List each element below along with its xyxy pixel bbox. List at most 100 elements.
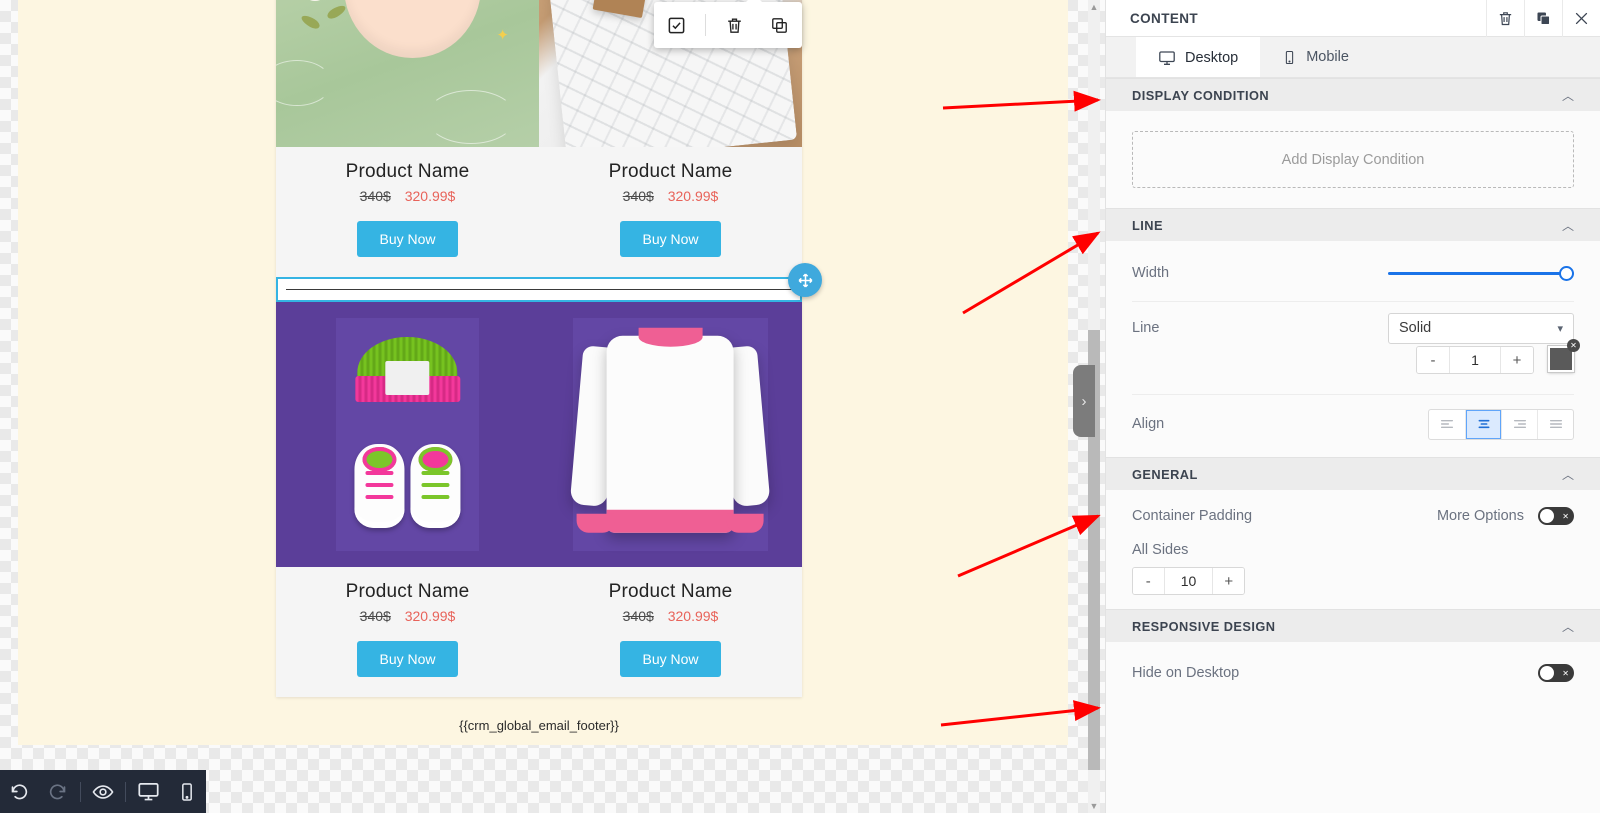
align-right-button[interactable] — [1501, 410, 1537, 439]
slider-knob[interactable] — [1559, 266, 1574, 281]
line-width-label: Width — [1132, 265, 1342, 281]
toggle-knob — [1540, 509, 1554, 523]
line-align-row: Align — [1132, 395, 1574, 453]
chevron-up-icon[interactable]: ︿ — [1562, 466, 1574, 483]
tab-mobile-label: Mobile — [1306, 49, 1349, 65]
product-card-1[interactable]: SHOP SUSTAINABLE ✦ ✦ Product Name — [276, 0, 539, 277]
align-justify-icon — [1548, 416, 1564, 432]
section-title: DISPLAY CONDITION — [1132, 88, 1562, 103]
chevron-up-icon[interactable]: ︿ — [1562, 87, 1574, 104]
copy-icon — [770, 16, 789, 35]
product-card-4[interactable]: Product Name 340$ 320.99$ Buy Now — [539, 302, 802, 697]
align-button-group[interactable] — [1428, 409, 1574, 440]
white-sweatshirt-purple-image — [539, 302, 802, 567]
section-header-display-condition[interactable]: DISPLAY CONDITION ︿ — [1106, 78, 1600, 111]
selected-line-block[interactable] — [276, 277, 802, 302]
email-footer-area: {{crm_global_email_footer}} — [276, 700, 802, 733]
close-icon: ✕ — [1570, 341, 1577, 350]
old-price: 340$ — [360, 188, 391, 204]
line-thickness-stepper[interactable]: - 1 + — [1416, 346, 1534, 374]
tab-mobile[interactable]: Mobile — [1260, 37, 1371, 77]
section-header-line[interactable]: LINE ︿ — [1106, 208, 1600, 241]
padding-value[interactable]: 10 — [1164, 568, 1214, 594]
more-options-label: More Options — [1437, 508, 1524, 524]
section-header-general[interactable]: GENERAL ︿ — [1106, 457, 1600, 490]
toolbar-divider — [705, 14, 706, 36]
hide-on-desktop-toggle[interactable]: ✕ — [1538, 664, 1574, 682]
block-context-toolbar[interactable] — [654, 2, 802, 48]
close-icon: ✕ — [1562, 512, 1569, 521]
section-body-responsive-design: Hide on Desktop ✕ — [1106, 642, 1600, 702]
panel-close-button[interactable] — [1562, 0, 1600, 37]
desktop-view-button[interactable] — [129, 770, 167, 813]
thickness-increase-button[interactable]: + — [1501, 347, 1533, 373]
line-color-picker[interactable]: ✕ — [1548, 346, 1574, 372]
duplicate-block-button[interactable] — [762, 8, 796, 42]
padding-decrease-button[interactable]: - — [1133, 568, 1164, 594]
scroll-up-arrow[interactable]: ▲ — [1088, 0, 1100, 14]
all-sides-stepper[interactable]: - 10 + — [1132, 567, 1245, 595]
line-thickness-row: - 1 + ✕ — [1132, 346, 1574, 394]
clear-color-button[interactable]: ✕ — [1567, 339, 1580, 352]
footer-merge-token: {{crm_global_email_footer}} — [276, 700, 802, 733]
preview-button[interactable] — [84, 770, 122, 813]
panel-title: CONTENT — [1106, 11, 1486, 26]
email-canvas[interactable]: SHOP SUSTAINABLE ✦ ✦ Product Name — [0, 0, 1105, 813]
chevron-down-icon: ▾ — [1557, 322, 1563, 335]
eye-icon — [92, 781, 114, 803]
buy-now-button[interactable]: Buy Now — [357, 221, 457, 257]
thickness-value[interactable]: 1 — [1449, 347, 1501, 373]
line-width-row: Width — [1132, 245, 1574, 301]
align-center-button[interactable] — [1465, 410, 1501, 439]
add-display-condition-button[interactable]: Add Display Condition — [1132, 131, 1574, 188]
more-options-toggle[interactable]: ✕ — [1538, 507, 1574, 525]
chevron-up-icon[interactable]: ︿ — [1562, 618, 1574, 635]
buy-now-button[interactable]: Buy Now — [620, 641, 720, 677]
redo-button[interactable] — [38, 770, 76, 813]
product-info: Product Name 340$ 320.99$ Buy Now — [276, 567, 539, 697]
padding-increase-button[interactable]: + — [1213, 568, 1244, 594]
align-left-icon — [1439, 416, 1455, 432]
panel-delete-button[interactable] — [1486, 0, 1524, 37]
tee-shop-sustainable-image: SHOP SUSTAINABLE ✦ ✦ — [276, 0, 539, 147]
mobile-view-button[interactable] — [168, 770, 206, 813]
align-justify-button[interactable] — [1537, 410, 1573, 439]
trash-icon — [1497, 10, 1514, 27]
device-tabs[interactable]: Desktop Mobile — [1106, 37, 1600, 78]
buy-now-button[interactable]: Buy Now — [620, 221, 720, 257]
phone-icon — [177, 782, 197, 802]
slider-track — [1388, 272, 1574, 275]
align-left-button[interactable] — [1429, 410, 1465, 439]
line-width-slider[interactable] — [1388, 265, 1574, 281]
redo-icon — [47, 781, 68, 802]
panel-collapse-toggle[interactable]: › — [1073, 365, 1095, 437]
undo-button[interactable] — [0, 770, 38, 813]
section-body-line: Width Line Solid ▾ — [1106, 241, 1600, 457]
sale-price: 320.99$ — [668, 608, 719, 624]
email-builder-app: SHOP SUSTAINABLE ✦ ✦ Product Name — [0, 0, 1600, 813]
delete-block-button[interactable] — [717, 8, 751, 42]
select-block-button[interactable] — [660, 8, 694, 42]
editor-bottom-toolbar[interactable] — [0, 770, 206, 813]
sale-price: 320.99$ — [668, 188, 719, 204]
monitor-icon — [137, 780, 160, 803]
product-price: 340$ 320.99$ — [547, 188, 794, 204]
beanie-graphic — [358, 337, 457, 402]
thickness-decrease-button[interactable]: - — [1417, 347, 1449, 373]
tab-desktop[interactable]: Desktop — [1136, 37, 1260, 77]
toolbar-divider — [125, 782, 126, 802]
chevron-up-icon[interactable]: ︿ — [1562, 217, 1574, 234]
line-style-select[interactable]: Solid ▾ — [1388, 313, 1574, 344]
product-price: 340$ 320.99$ — [284, 608, 531, 624]
move-arrows-icon — [797, 272, 814, 289]
sale-price: 320.99$ — [405, 188, 456, 204]
copy-icon — [1535, 10, 1552, 27]
horizontal-rule — [286, 289, 792, 290]
scroll-down-arrow[interactable]: ▼ — [1088, 799, 1100, 813]
panel-duplicate-button[interactable] — [1524, 0, 1562, 37]
buy-now-button[interactable]: Buy Now — [357, 641, 457, 677]
drag-move-handle[interactable] — [788, 263, 822, 297]
product-card-3[interactable]: Product Name 340$ 320.99$ Buy Now — [276, 302, 539, 697]
old-price: 340$ — [623, 608, 654, 624]
section-header-responsive-design[interactable]: RESPONSIVE DESIGN ︿ — [1106, 609, 1600, 642]
